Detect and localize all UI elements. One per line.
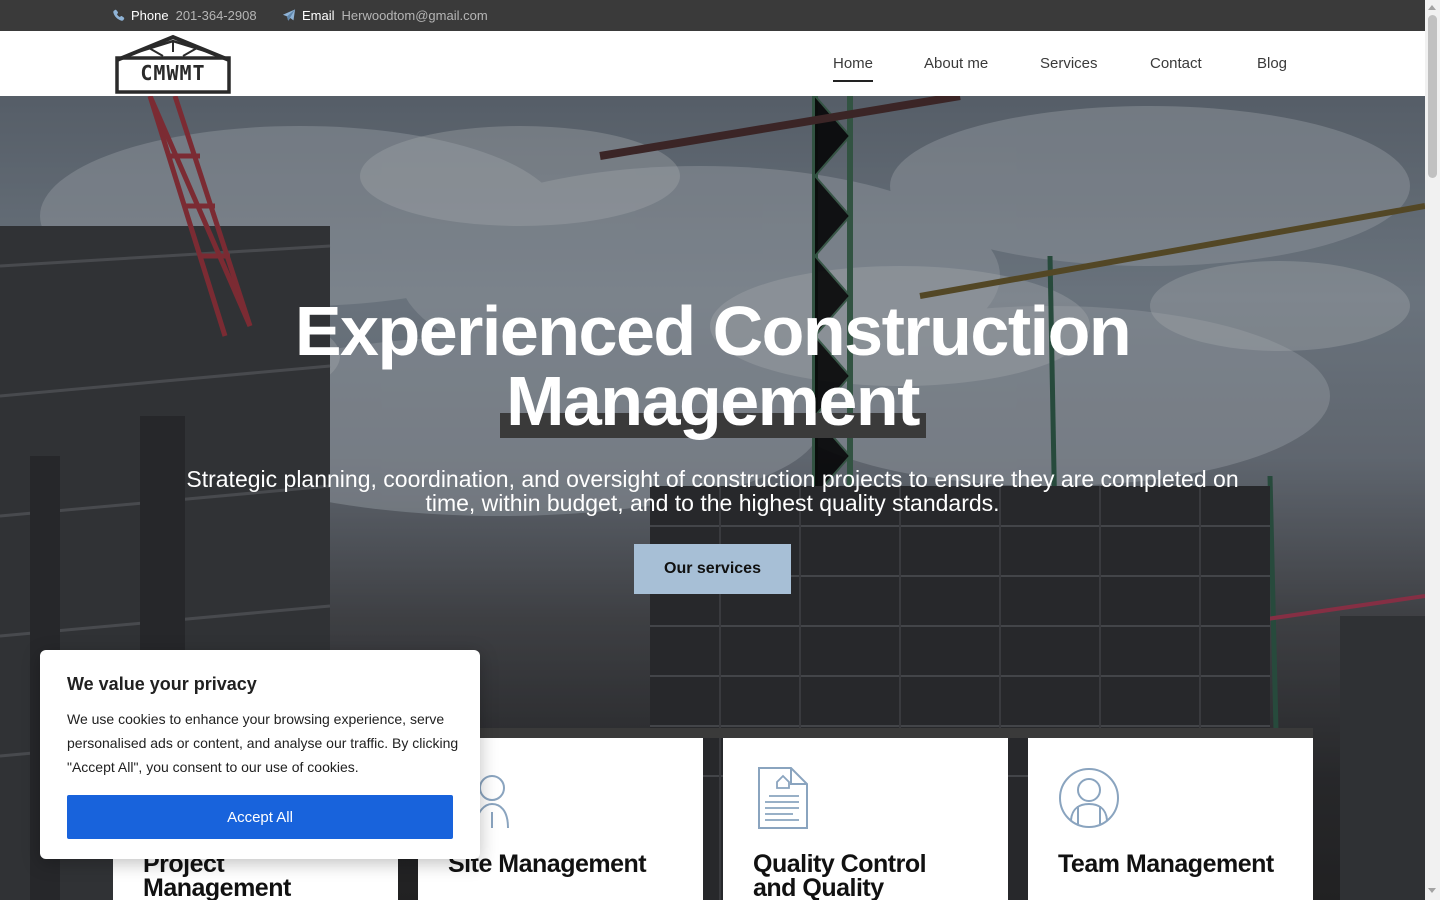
service-title: Project Management bbox=[143, 852, 383, 900]
site-header: CMWMT Home About me Services Contact Blo… bbox=[0, 31, 1425, 96]
page-scrollbar[interactable] bbox=[1425, 0, 1440, 900]
phone-value[interactable]: 201-364-2908 bbox=[176, 8, 257, 23]
phone-contact[interactable]: Phone 201-364-2908 bbox=[112, 0, 257, 31]
hero-subtitle-line2: time, within budget, and to the highest … bbox=[425, 490, 1000, 516]
person-icon bbox=[1058, 766, 1120, 830]
scroll-up-arrow-icon[interactable] bbox=[1428, 5, 1436, 10]
nav-about-me[interactable]: About me bbox=[924, 55, 988, 72]
service-title-line1: Quality Control bbox=[753, 850, 927, 878]
service-title: Quality Control and Quality bbox=[753, 852, 993, 900]
nav-blog[interactable]: Blog bbox=[1257, 55, 1287, 72]
paper-plane-icon bbox=[282, 9, 296, 22]
cookie-title: We value your privacy bbox=[67, 674, 257, 694]
cookie-text: We use cookies to enhance your browsing … bbox=[67, 711, 459, 775]
hero-title-line1: Experienced Construction bbox=[294, 292, 1132, 370]
nav-home-label: Home bbox=[833, 55, 874, 72]
email-contact[interactable]: Email Herwoodtom@gmail.com bbox=[282, 0, 488, 31]
phone-label: Phone bbox=[131, 8, 169, 23]
hero-title-line2: Management bbox=[506, 362, 920, 440]
phone-icon bbox=[112, 9, 125, 22]
our-services-button[interactable]: Our services bbox=[634, 544, 791, 594]
site-logo[interactable]: CMWMT bbox=[114, 34, 232, 94]
service-title-line1: Site Management bbox=[448, 850, 647, 878]
service-card-quality-control[interactable]: Quality Control and Quality bbox=[723, 738, 1008, 900]
document-icon bbox=[753, 766, 815, 830]
service-title: Team Management bbox=[1058, 850, 1298, 878]
service-title-line1: Team Management bbox=[1058, 850, 1274, 878]
nav-contact[interactable]: Contact bbox=[1150, 55, 1202, 72]
cookie-consent-banner: We value your privacy We use cookies to … bbox=[40, 650, 480, 859]
logo-text: CMWMT bbox=[140, 61, 206, 85]
email-label: Email bbox=[302, 8, 335, 23]
email-value[interactable]: Herwoodtom@gmail.com bbox=[342, 8, 488, 23]
service-title: Site Management bbox=[448, 850, 688, 878]
scroll-down-arrow-icon[interactable] bbox=[1428, 888, 1436, 893]
service-title-line2: and Quality bbox=[753, 874, 884, 900]
top-contact-bar: Phone 201-364-2908 Email Herwoodtom@gmai… bbox=[0, 0, 1425, 31]
service-card-team-management[interactable]: Team Management bbox=[1028, 738, 1313, 900]
active-indicator bbox=[833, 80, 874, 82]
accept-all-button[interactable]: Accept All bbox=[67, 795, 453, 839]
hero-subtitle-line1: Strategic planning, coordination, and ov… bbox=[186, 466, 1239, 492]
service-title-line2: Management bbox=[143, 874, 291, 900]
nav-services[interactable]: Services bbox=[1040, 55, 1098, 72]
scrollbar-thumb[interactable] bbox=[1428, 15, 1437, 178]
nav-home[interactable]: Home bbox=[833, 55, 874, 82]
